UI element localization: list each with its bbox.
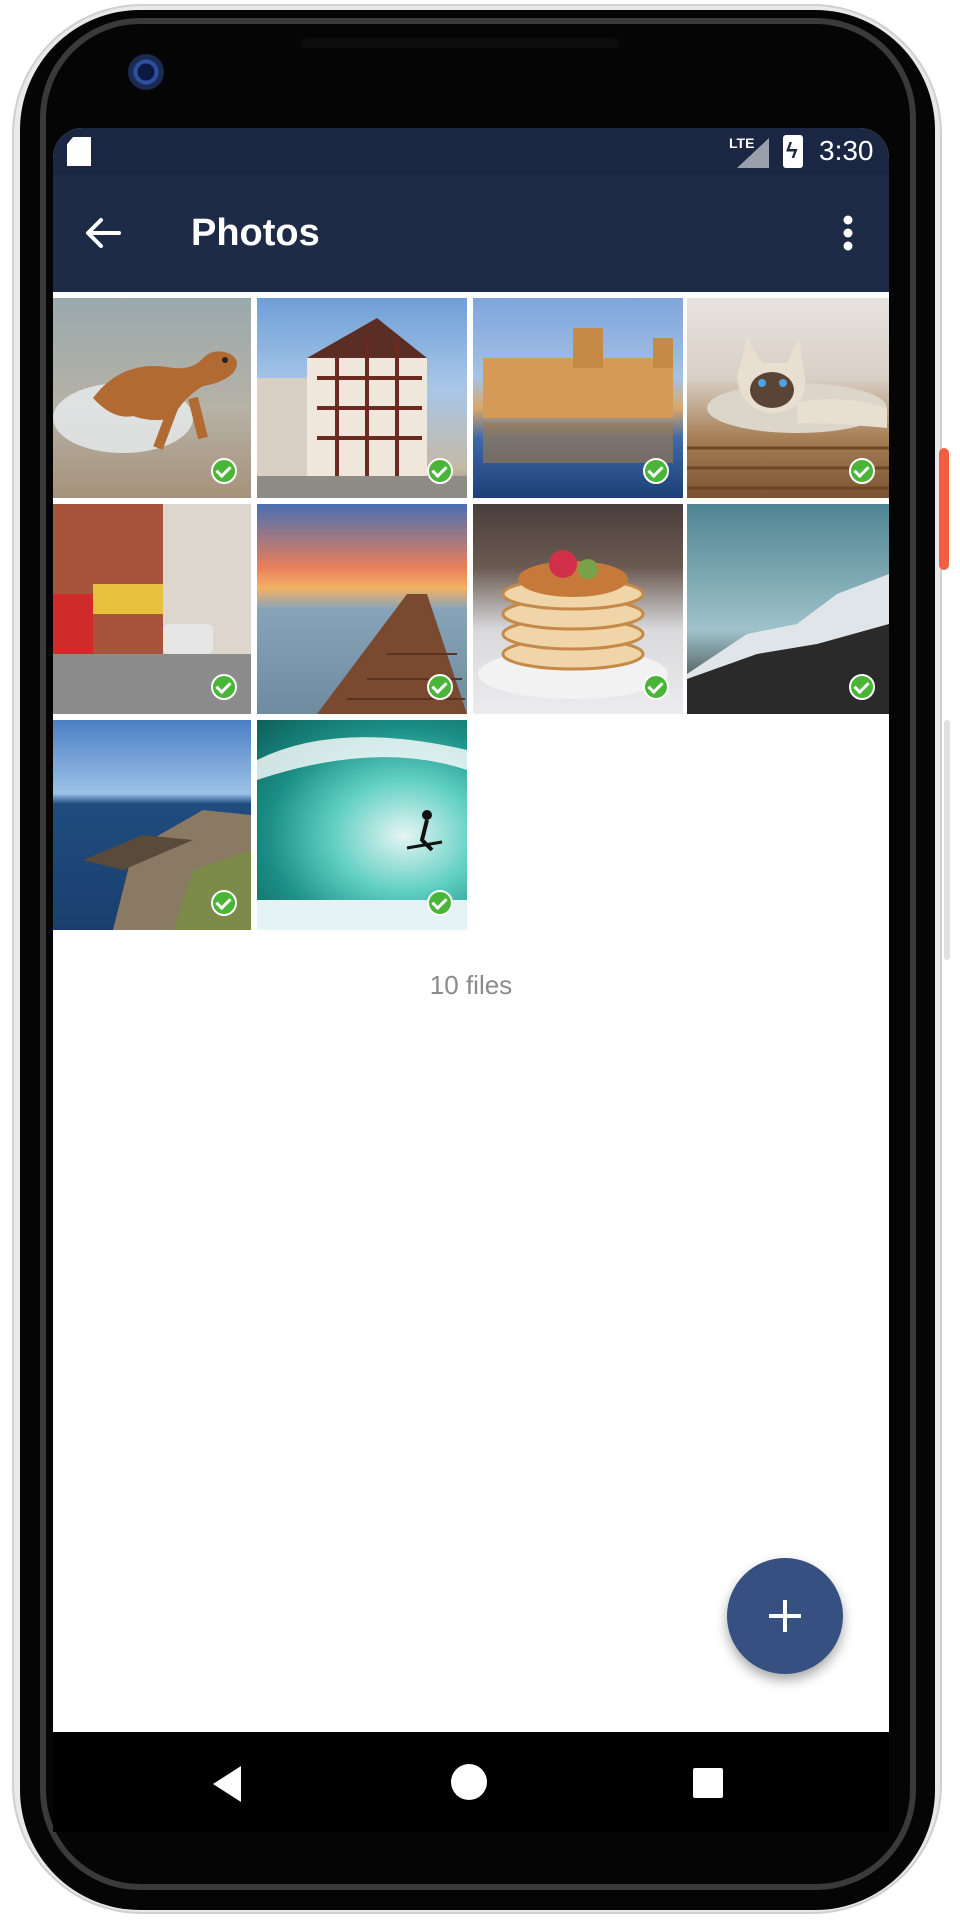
nav-recents-icon[interactable]: [693, 1768, 723, 1798]
app-bar: Photos: [53, 175, 889, 292]
more-vert-icon: [843, 215, 853, 251]
selected-check-icon: [211, 890, 237, 916]
selected-check-icon: [427, 674, 453, 700]
status-bar: LTE 3:30: [53, 128, 889, 175]
nav-home-icon[interactable]: [451, 1764, 487, 1800]
screen: LTE 3:30 Photos: [53, 128, 889, 1732]
back-button[interactable]: [73, 203, 133, 263]
photo-thumb-pier[interactable]: [257, 504, 467, 714]
selected-check-icon: [427, 890, 453, 916]
volume-edge: [944, 720, 950, 960]
selected-check-icon: [643, 674, 669, 700]
selected-check-icon: [643, 458, 669, 484]
overflow-menu-button[interactable]: [823, 203, 873, 263]
arrow-back-icon: [86, 218, 121, 248]
photo-thumb-cat[interactable]: [687, 298, 889, 498]
photo-thumb-surf[interactable]: [257, 720, 467, 930]
photo-thumb-house[interactable]: [257, 298, 467, 498]
photo-thumb-coast[interactable]: [53, 720, 251, 930]
earpiece-speaker: [300, 38, 620, 48]
selected-check-icon: [849, 674, 875, 700]
clock: 3:30: [819, 135, 874, 166]
nav-back-icon[interactable]: [213, 1766, 241, 1802]
selected-check-icon: [849, 458, 875, 484]
photo-thumb-pancakes[interactable]: [473, 504, 683, 714]
network-type: LTE: [729, 135, 755, 151]
power-button: [939, 448, 949, 570]
selected-check-icon: [211, 674, 237, 700]
add-button[interactable]: [727, 1558, 843, 1674]
photo-thumb-palace[interactable]: [473, 298, 683, 498]
battery-charging-icon: [783, 135, 803, 168]
navigation-bar: [53, 1732, 889, 1832]
sd-card-icon: [67, 137, 91, 166]
photo-grid: [53, 298, 889, 938]
photo-thumb-street[interactable]: [53, 504, 251, 714]
selected-check-icon: [211, 458, 237, 484]
file-count: 10 files: [429, 970, 513, 1000]
front-camera: [128, 54, 164, 90]
photo-thumb-mountain[interactable]: [687, 504, 889, 714]
page-title: Photos: [191, 212, 320, 254]
selected-check-icon: [427, 458, 453, 484]
photo-thumb-dog[interactable]: [53, 298, 251, 498]
